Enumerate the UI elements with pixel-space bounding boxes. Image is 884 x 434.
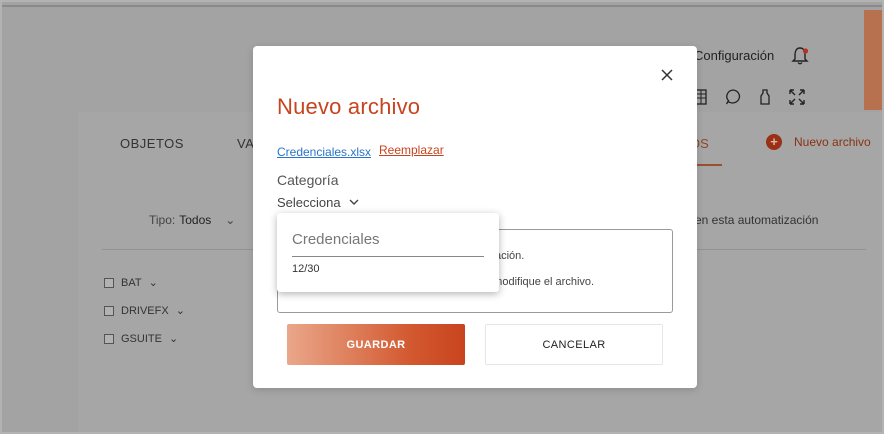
char-counter: 12/30 (292, 263, 320, 275)
checkbox[interactable] (104, 305, 114, 316)
new-file-button[interactable]: + Nuevo archivo (766, 134, 871, 150)
input-underline (292, 256, 484, 257)
type-filter-label: Tipo: (149, 213, 176, 227)
type-filter[interactable]: Tipo: Todos ⌄ (149, 213, 235, 227)
list-item[interactable]: GSUITE ⌄ (104, 332, 185, 345)
category-label: Categoría (277, 172, 339, 188)
config-label[interactable]: Configuración (694, 48, 774, 63)
tab-variables[interactable]: VA (237, 136, 254, 151)
list-item-label: BAT (121, 276, 142, 289)
file-name-link[interactable]: Credenciales.xlsx (277, 145, 371, 159)
list-item-label: DRIVEFX (121, 304, 169, 317)
new-file-label: Nuevo archivo (794, 135, 871, 149)
chevron-down-icon (349, 199, 359, 205)
chevron-down-icon: ⌄ (148, 277, 158, 289)
close-icon[interactable] (660, 68, 674, 82)
save-button[interactable]: GUARDAR (287, 324, 465, 365)
category-search-input[interactable]: Credenciales (292, 231, 380, 248)
bell-icon[interactable] (790, 46, 810, 66)
toolbar-icons (692, 88, 806, 106)
chevron-down-icon: ⌄ (175, 305, 185, 317)
checkbox[interactable] (104, 277, 114, 288)
checkbox[interactable] (104, 333, 114, 344)
category-select[interactable]: Selecciona (277, 195, 359, 210)
chevron-down-icon: ⌄ (168, 333, 179, 345)
folder-list: BAT ⌄ DRIVEFX ⌄ GSUITE ⌄ (104, 276, 185, 345)
chat-icon[interactable] (724, 88, 742, 106)
cancel-button[interactable]: CANCELAR (485, 324, 663, 365)
expand-icon[interactable] (788, 88, 806, 106)
category-select-value: Selecciona (277, 195, 341, 210)
bottle-icon[interactable] (756, 88, 774, 106)
tab-objetos[interactable]: OBJETOS (120, 136, 184, 151)
replace-link[interactable]: Reemplazar (379, 143, 444, 157)
modal-title: Nuevo archivo (277, 94, 421, 119)
type-filter-value: Todos (179, 213, 212, 227)
description-text: e modifique el archivo. (484, 276, 595, 288)
plus-icon: + (766, 134, 782, 150)
list-item[interactable]: BAT ⌄ (104, 276, 185, 289)
automation-text: en esta automatización (695, 213, 819, 227)
list-item[interactable]: DRIVEFX ⌄ (104, 304, 185, 317)
right-accent-bar (864, 10, 882, 110)
app-window: Configuración OBJETOS VA OS + Nuevo arch… (0, 0, 884, 434)
list-item-label: GSUITE (121, 332, 162, 345)
category-dropdown (277, 213, 499, 292)
chevron-down-icon: ⌄ (225, 213, 236, 227)
top-border (2, 5, 882, 7)
